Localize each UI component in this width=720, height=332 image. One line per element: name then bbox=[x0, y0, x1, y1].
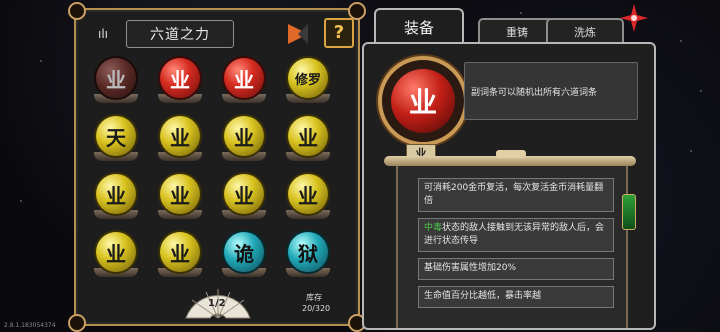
orb-slot[interactable]: 业 bbox=[92, 230, 142, 280]
corner-ornament bbox=[68, 314, 86, 332]
karma-orb: 业 bbox=[96, 174, 136, 214]
orb-slot[interactable]: 业 bbox=[220, 114, 270, 164]
asura-orb: 修罗 bbox=[288, 58, 328, 98]
stock-label: 库存 bbox=[306, 293, 322, 302]
orb-slot[interactable]: 业 bbox=[92, 172, 142, 222]
tab-equip[interactable]: 装备 bbox=[374, 8, 464, 44]
orb-slot[interactable]: 业 bbox=[156, 172, 206, 222]
orb-slot[interactable]: 业 bbox=[92, 56, 142, 106]
orb-slot[interactable]: 业 bbox=[220, 172, 270, 222]
affix-item: 基础伤害属性增加20% bbox=[418, 258, 614, 280]
karma-orb: 业 bbox=[160, 232, 200, 272]
tab-wash[interactable]: 洗炼 bbox=[546, 18, 624, 44]
affix-item: 生命值百分比越低，暴击率越 bbox=[418, 286, 614, 308]
hell-orb: 狱 bbox=[288, 232, 328, 272]
equipped-karma-orb: 业 bbox=[391, 69, 455, 133]
six-paths-panel: ılı 六道之力 ? 业 业 业 修罗 天 业 业 业 业 业 业 业 业 业 … bbox=[68, 2, 366, 332]
karma-orb: 业 bbox=[224, 58, 264, 98]
version-text: 2.8.1.183054374 bbox=[4, 322, 56, 329]
heaven-orb: 天 bbox=[96, 116, 136, 156]
karma-orb: 业 bbox=[288, 116, 328, 156]
affix-text: 状态的敌人接触到无该异常的敌人后，会进行状态传导 bbox=[424, 223, 605, 246]
scroll-knob bbox=[496, 150, 526, 158]
orb-slot[interactable]: 狱 bbox=[284, 230, 334, 280]
jade-pendant-icon[interactable] bbox=[622, 194, 636, 230]
orb-slot[interactable]: 修罗 bbox=[284, 56, 334, 106]
help-button[interactable]: ? bbox=[324, 18, 354, 48]
corner-ornament bbox=[68, 2, 86, 20]
karma-orb: 业 bbox=[224, 174, 264, 214]
orb-slot[interactable]: 业 bbox=[220, 56, 270, 106]
orb-slot[interactable]: 业 bbox=[156, 114, 206, 164]
affix-scroll: 可消耗200金币复活，每次复活金币消耗量翻倍 中毒状态的敌人接触到无该异常的敌人… bbox=[384, 150, 636, 328]
equip-panel: 业 业 副词条可以随机出所有六道词条 可消耗200金币复活，每次复活金币消耗量翻… bbox=[362, 42, 656, 330]
stock-value: 20/320 bbox=[302, 304, 331, 313]
karma-orb: 业 bbox=[96, 232, 136, 272]
karma-orb: 业 bbox=[288, 174, 328, 214]
orb-slot[interactable]: 诡 bbox=[220, 230, 270, 280]
page-fan-button[interactable]: 1/2 bbox=[180, 286, 256, 320]
ghost-orb: 诡 bbox=[224, 232, 264, 272]
orb-slot[interactable]: 天 bbox=[92, 114, 142, 164]
equipped-orb-frame: 业 bbox=[378, 56, 468, 146]
page-indicator: 1/2 bbox=[208, 298, 226, 309]
panel-title: 六道之力 bbox=[126, 20, 234, 48]
sort-triangle-icon[interactable] bbox=[286, 22, 310, 46]
orb-slot[interactable]: 业 bbox=[156, 56, 206, 106]
karma-orb: 业 bbox=[160, 58, 200, 98]
affix-item: 可消耗200金币复活，每次复活金币消耗量翻倍 bbox=[418, 178, 614, 212]
orb-description: 副词条可以随机出所有六道词条 bbox=[464, 62, 638, 120]
karma-orb: 业 bbox=[160, 116, 200, 156]
orb-slot[interactable]: 业 bbox=[284, 172, 334, 222]
tab-recast[interactable]: 重铸 bbox=[478, 18, 556, 44]
karma-orb: 业 bbox=[160, 174, 200, 214]
karma-orb: 业 bbox=[96, 58, 136, 98]
karma-orb: 业 bbox=[224, 116, 264, 156]
orb-slot[interactable]: 业 bbox=[156, 230, 206, 280]
candle-menu-icon[interactable]: ılı bbox=[92, 24, 114, 44]
red-flower-icon[interactable] bbox=[620, 4, 648, 32]
orb-slot[interactable]: 业 bbox=[284, 114, 334, 164]
poison-keyword: 中毒 bbox=[424, 223, 443, 233]
affix-item: 中毒状态的敌人接触到无该异常的敌人后，会进行状态传导 bbox=[418, 218, 614, 252]
